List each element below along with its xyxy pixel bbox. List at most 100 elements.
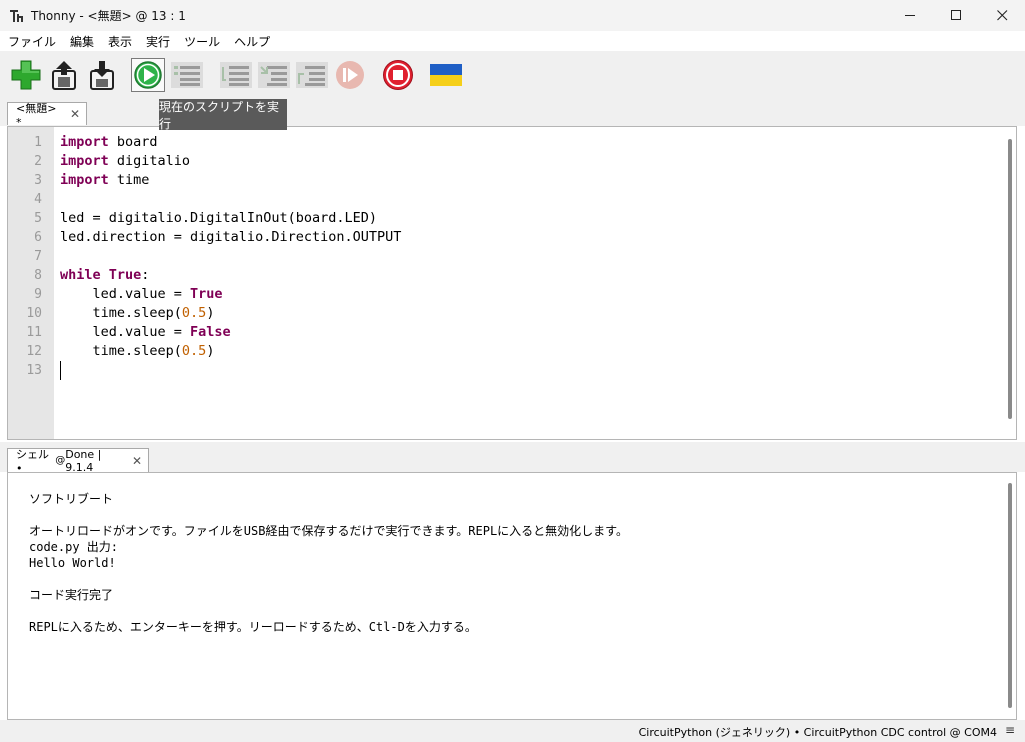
ukraine-support-button[interactable] [429,58,463,92]
title-bar: Thonny - <無題> @ 13 : 1 [0,0,1025,31]
code-editor[interactable]: 1 2 3 4 5 6 7 8 9 10 11 12 13 import board import dig… [7,126,1017,440]
line-number: 3 [34,173,42,188]
line-number: 2 [34,154,42,169]
stop-icon [383,60,413,90]
at-sign-icon: @ [55,455,66,466]
shell-output-line: オートリロードがオンです。ファイルをUSB経由で保存するだけで実行できます。RE… [29,524,628,538]
number-token: 0.5 [181,343,207,359]
code-line[interactable]: led.value = False [60,323,231,342]
code-line[interactable]: led = digitalio.DigitalInOut(board.LED) [60,209,377,228]
line-number: 7 [34,249,42,264]
save-icon [90,61,114,90]
thonny-logo-icon [10,9,24,23]
resume-button[interactable] [333,58,367,92]
step-out-icon [296,62,328,88]
line-number: 13 [26,363,42,378]
menu-tools[interactable]: ツール [184,33,220,50]
shell-scrollbar-thumb[interactable] [1008,483,1012,708]
editor-tab-bar: <無題> * ✕ [0,99,1025,129]
code-line[interactable]: import digitalio [60,152,190,171]
shell-output-line: コード実行完了 [29,588,114,602]
line-number-gutter: 1 2 3 4 5 6 7 8 9 10 11 12 13 [8,127,54,439]
code-line[interactable]: import time [60,171,149,190]
status-bar: CircuitPython (ジェネリック) • CircuitPython C… [0,720,1025,742]
editor-scrollbar-thumb[interactable] [1008,139,1012,419]
text-cursor [60,361,61,380]
code-token: led.direction = digitalio.Direction.OUTP… [60,229,402,245]
keyword-token: import [60,153,109,169]
open-file-button[interactable] [47,58,81,92]
step-out-button[interactable] [295,58,329,92]
keyword-token: while [60,267,101,283]
step-over-button[interactable] [219,58,253,92]
shell-tab-status: Done | 9.1.4 [65,447,102,474]
debug-button[interactable] [170,58,204,92]
code-token: board [108,134,158,150]
line-number: 9 [34,287,42,302]
line-number: 1 [34,135,42,150]
open-icon [52,61,76,90]
code-line[interactable]: while True: [60,266,149,285]
new-file-button[interactable] [9,58,43,92]
close-tab-icon[interactable]: ✕ [70,107,80,121]
line-number: 11 [26,325,42,340]
shell-output-line: Hello World! [29,556,116,570]
menu-bar: ファイル 編集 表示 実行 ツール ヘルプ [0,31,1025,51]
plus-icon [11,60,41,90]
step-into-button[interactable] [257,58,291,92]
shell-tab-bar: シェル • @ Done | 9.1.4 ✕ [0,442,1025,475]
step-into-icon [258,62,290,88]
maximize-button[interactable] [933,0,979,31]
keyword-token: True [108,267,142,283]
code-token: led.value = [60,324,191,340]
code-line[interactable]: time.sleep(0.5) [60,342,215,361]
shell-output-line: code.py 出力: [29,540,119,554]
menu-run[interactable]: 実行 [146,33,170,50]
code-token: : [141,267,150,283]
minimize-button[interactable] [887,0,933,31]
run-tooltip: 現在のスクリプトを実行 [159,99,287,131]
line-number: 4 [34,192,42,207]
menu-edit[interactable]: 編集 [70,33,94,50]
line-number: 10 [26,306,42,321]
editor-tab-untitled[interactable]: <無題> * ✕ [7,102,87,129]
shell-tab-label: シェル • [16,448,49,475]
keyword-token: import [60,134,109,150]
shell-tab[interactable]: シェル • @ Done | 9.1.4 ✕ [7,447,149,475]
close-shell-tab-icon[interactable]: ✕ [132,454,142,468]
keyword-token: True [190,286,223,302]
code-line[interactable]: led.value = True [60,285,223,304]
editor-scrollbar[interactable] [1004,127,1016,439]
code-line[interactable]: time.sleep(0.5) [60,304,215,323]
editor-tab-label: <無題> * [16,101,57,129]
menu-view[interactable]: 表示 [108,33,132,50]
resume-icon [336,61,364,89]
number-token: 0.5 [181,305,207,321]
window-title: Thonny - <無題> @ 13 : 1 [31,9,186,23]
save-file-button[interactable] [85,58,119,92]
run-button[interactable] [131,58,165,92]
play-icon [134,61,162,89]
code-token: led.value = [60,286,191,302]
shell-output-line: REPLに入るため、エンターキーを押す。リーロードするため、Ctl-Dを入力する… [29,620,477,634]
menu-help[interactable]: ヘルプ [234,33,270,50]
code-token: time.sleep( [60,305,182,321]
line-number: 5 [34,211,42,226]
menu-file[interactable]: ファイル [8,33,56,50]
status-menu-icon[interactable]: ≡ [1005,723,1015,737]
keyword-token: False [190,324,231,340]
keyword-token: import [60,172,109,188]
code-token: ) [206,343,215,359]
code-token: time.sleep( [60,343,182,359]
shell-console[interactable]: ソフトリブート オートリロードがオンです。ファイルをUSB経由で保存するだけで実行… [7,472,1017,720]
shell-scrollbar[interactable] [1004,473,1016,719]
stop-button[interactable] [381,58,415,92]
interpreter-status[interactable]: CircuitPython (ジェネリック) • CircuitPython C… [639,724,997,740]
code-line[interactable]: led.direction = digitalio.Direction.OUTP… [60,228,401,247]
code-line[interactable]: import board [60,133,158,152]
close-window-button[interactable] [979,0,1025,31]
window-controls [887,0,1025,31]
line-number: 8 [34,268,42,283]
line-number: 12 [26,344,42,359]
